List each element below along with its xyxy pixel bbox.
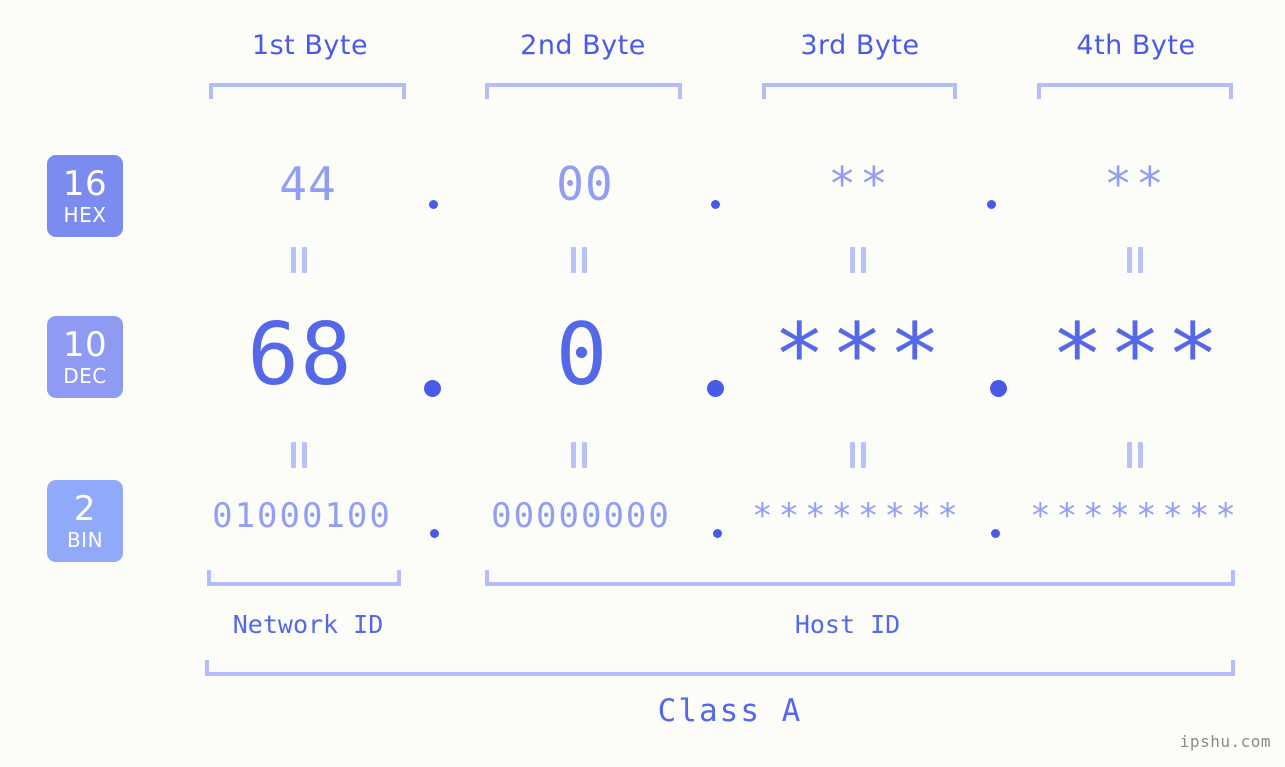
- class-label: Class A: [657, 693, 803, 729]
- dec-separator-dot-2: [707, 380, 724, 397]
- site-watermark: ipshu.com: [1179, 732, 1271, 751]
- bin-byte-3: ********: [752, 496, 964, 536]
- dec-separator-dot-1: [424, 380, 441, 397]
- byte-label-3: 3rd Byte: [800, 30, 920, 61]
- base-badge-hex-number: 16: [62, 164, 108, 204]
- base-badge-dec-number: 10: [62, 325, 108, 365]
- host-id-bracket: [485, 570, 1235, 586]
- base-badge-dec-name: DEC: [63, 364, 107, 388]
- dec-byte-1: 68: [247, 305, 353, 405]
- equals-connector-dec-bin-1: [289, 442, 311, 468]
- hex-byte-3: **: [828, 157, 892, 211]
- bin-separator-dot-2: [713, 529, 722, 538]
- byte-label-2: 2nd Byte: [520, 30, 646, 61]
- dec-byte-2: 0: [555, 305, 609, 405]
- byte-bracket-4: [1037, 83, 1233, 99]
- bin-byte-1: 01000100: [212, 496, 392, 536]
- hex-separator-dot-3: [987, 200, 996, 209]
- base-badge-hex: 16 HEX: [47, 155, 123, 237]
- hex-separator-dot-1: [429, 200, 438, 209]
- ip-address-breakdown-diagram: 1st Byte 2nd Byte 3rd Byte 4th Byte 16 H…: [0, 0, 1285, 767]
- dec-byte-3: ***: [773, 305, 947, 405]
- byte-label-1: 1st Byte: [251, 30, 369, 61]
- base-badge-bin-number: 2: [73, 489, 97, 529]
- dec-byte-4: ***: [1051, 305, 1225, 405]
- base-badge-dec: 10 DEC: [47, 316, 123, 398]
- equals-connector-dec-bin-3: [848, 442, 870, 468]
- hex-byte-1: 44: [279, 157, 337, 211]
- hex-byte-2: 00: [556, 157, 614, 211]
- byte-label-4: 4th Byte: [1076, 30, 1196, 61]
- host-id-label: Host ID: [794, 610, 901, 639]
- base-badge-bin: 2 BIN: [47, 480, 123, 562]
- bin-separator-dot-3: [991, 529, 1000, 538]
- base-badge-bin-name: BIN: [66, 528, 104, 552]
- equals-connector-hex-dec-4: [1125, 247, 1147, 273]
- equals-connector-dec-bin-2: [569, 442, 591, 468]
- class-bracket: [205, 660, 1235, 676]
- bin-byte-4: ********: [1030, 496, 1242, 536]
- byte-bracket-3: [762, 83, 957, 99]
- bin-separator-dot-1: [430, 529, 439, 538]
- network-id-label: Network ID: [232, 610, 384, 639]
- byte-bracket-2: [485, 83, 682, 99]
- equals-connector-hex-dec-2: [569, 247, 591, 273]
- equals-connector-hex-dec-1: [289, 247, 311, 273]
- equals-connector-hex-dec-3: [848, 247, 870, 273]
- bin-byte-2: 00000000: [491, 496, 671, 536]
- hex-separator-dot-2: [711, 200, 720, 209]
- base-badge-hex-name: HEX: [63, 203, 107, 227]
- hex-byte-4: **: [1104, 157, 1168, 211]
- byte-bracket-1: [209, 83, 406, 99]
- network-id-bracket: [207, 570, 401, 586]
- dec-separator-dot-3: [990, 380, 1007, 397]
- equals-connector-dec-bin-4: [1125, 442, 1147, 468]
